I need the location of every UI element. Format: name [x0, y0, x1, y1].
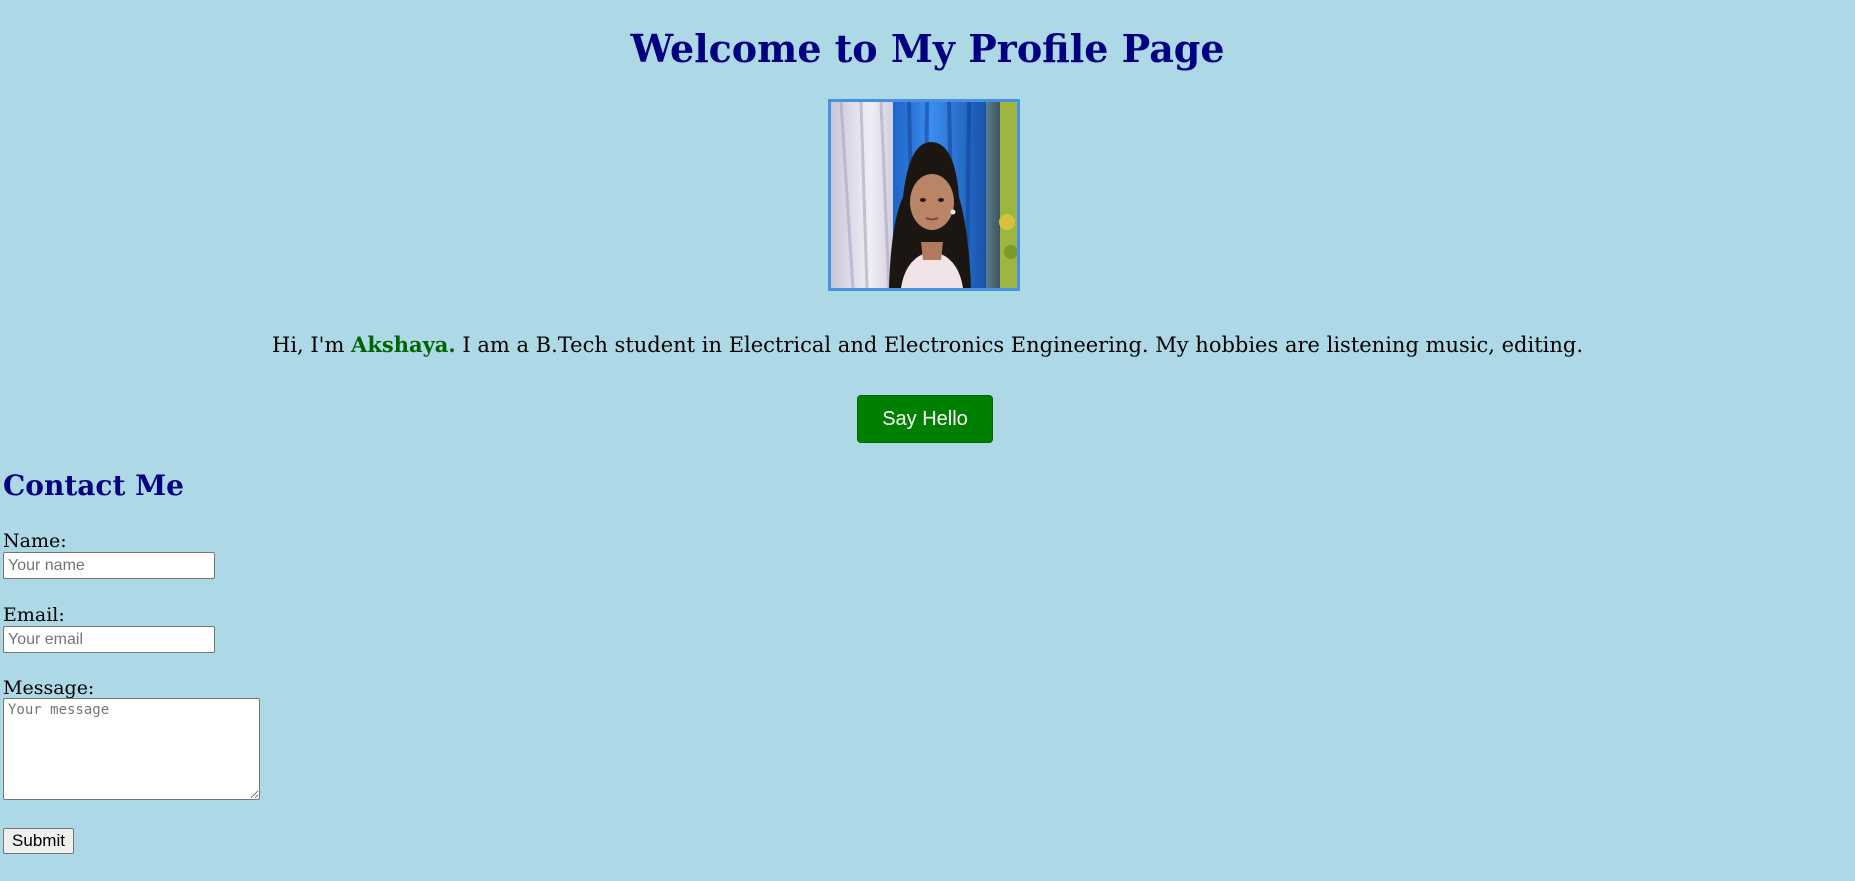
- say-hello-button[interactable]: Say Hello: [857, 395, 993, 443]
- profile-name: Akshaya.: [351, 332, 456, 357]
- intro-text: Hi, I'm Akshaya. I am a B.Tech student i…: [0, 330, 1855, 360]
- email-label: Email:: [3, 604, 65, 626]
- submit-button[interactable]: Submit: [3, 828, 74, 854]
- intro-suffix: I am a B.Tech student in Electrical and …: [455, 333, 1583, 357]
- name-label: Name:: [3, 530, 67, 552]
- page-title: Welcome to My Profile Page: [630, 26, 1225, 71]
- intro-prefix: Hi, I'm: [272, 333, 352, 357]
- message-textarea[interactable]: [3, 698, 260, 800]
- contact-title: Contact Me: [3, 469, 184, 502]
- profile-photo-icon: [831, 102, 1017, 288]
- avatar: [828, 99, 1020, 291]
- message-label: Message:: [3, 677, 95, 699]
- email-input[interactable]: [3, 626, 215, 653]
- name-input[interactable]: [3, 552, 215, 579]
